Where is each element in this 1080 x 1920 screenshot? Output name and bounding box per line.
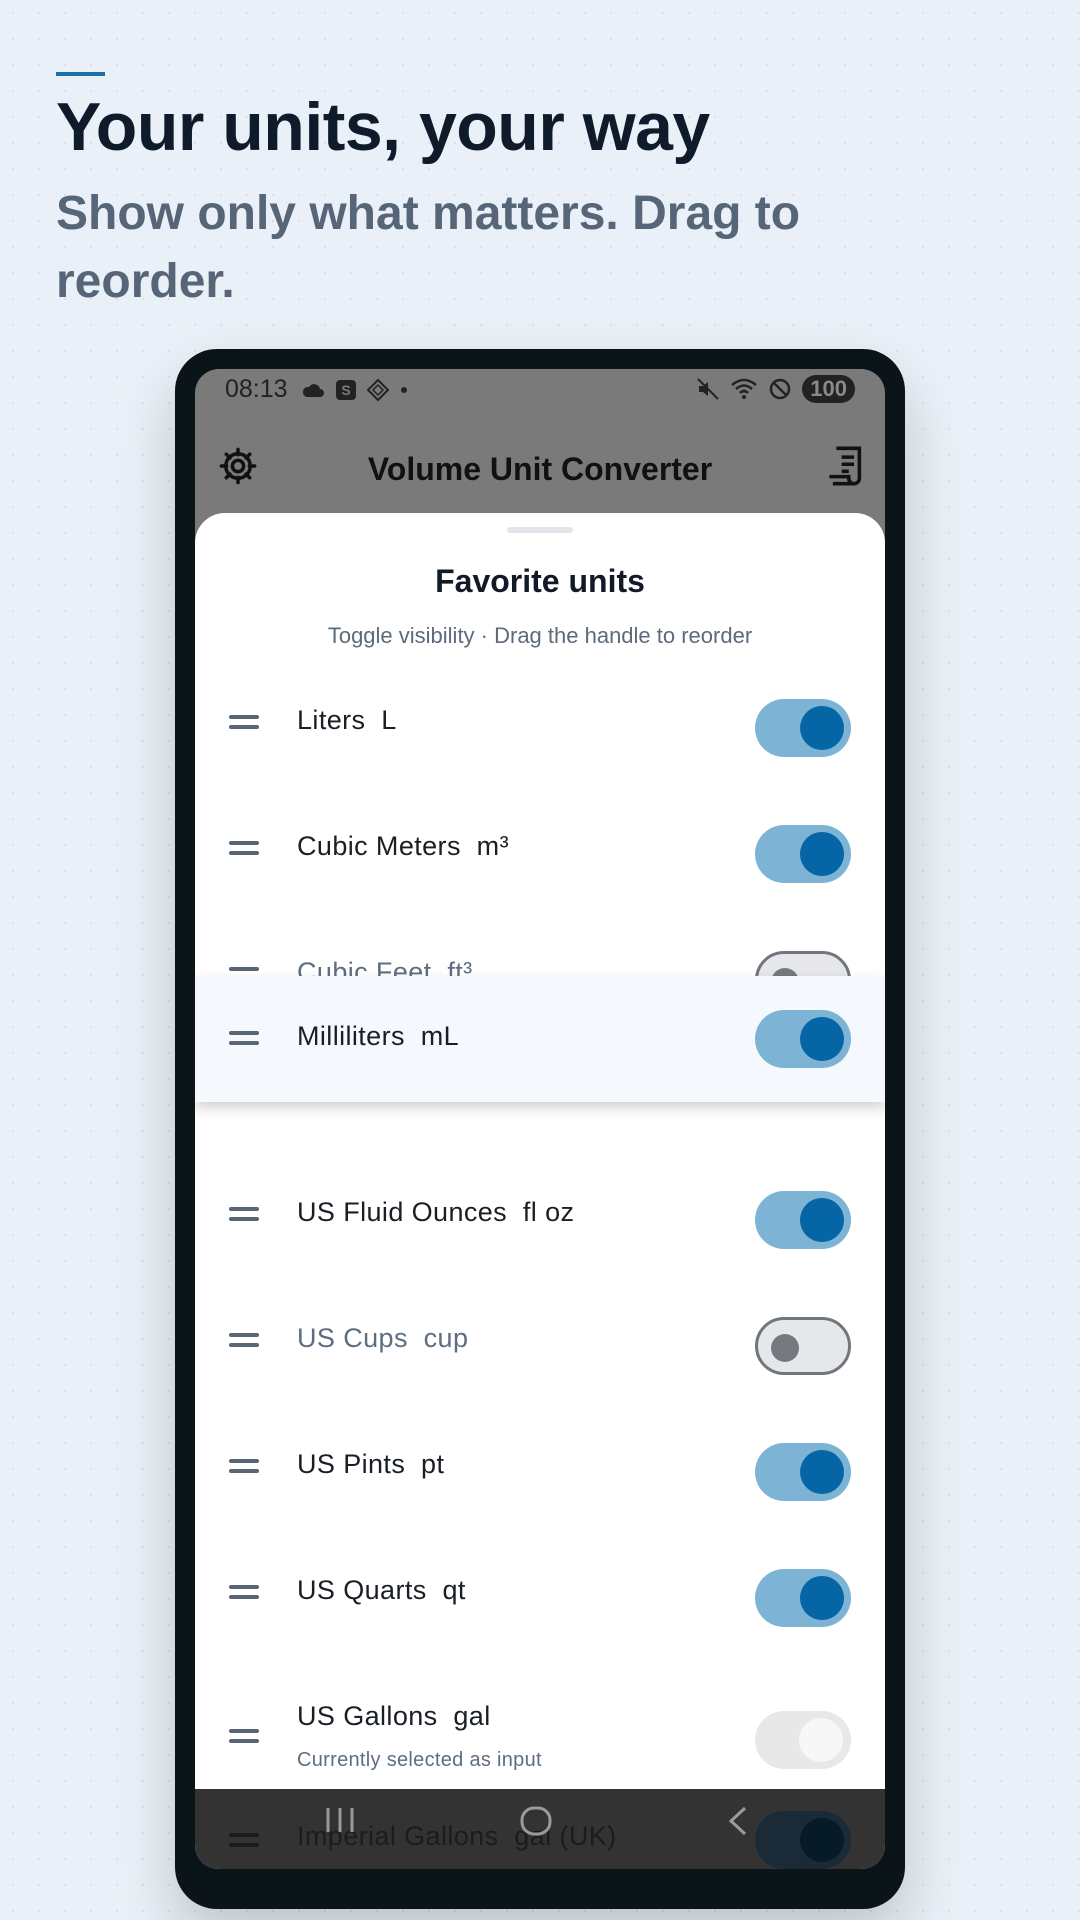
visibility-toggle[interactable] xyxy=(755,825,851,883)
visibility-toggle-disabled xyxy=(755,1711,851,1769)
mute-icon xyxy=(697,378,719,400)
drag-handle-icon[interactable] xyxy=(229,1031,259,1047)
svg-text:S: S xyxy=(341,382,350,398)
unit-row-us-cups: US Cups cup xyxy=(195,1295,885,1395)
promo-subheadline: Show only what matters. Drag to reorder. xyxy=(56,187,801,308)
unit-row-us-gallons: US Gallons gal Currently selected as inp… xyxy=(195,1673,885,1803)
unit-label: Cubic Meters m³ xyxy=(297,831,509,861)
unit-row-milliliters-dragging: Milliliters mL xyxy=(195,976,885,1102)
visibility-toggle[interactable] xyxy=(755,1191,851,1249)
phone-screen: 08:13 S 100 Volume Unit Converter Favori… xyxy=(195,369,885,1869)
unit-label: US Cups cup xyxy=(297,1323,469,1353)
drag-handle-icon[interactable] xyxy=(229,715,259,731)
selected-input-note: Currently selected as input xyxy=(297,1749,542,1771)
drag-handle-icon[interactable] xyxy=(229,1333,259,1349)
unit-row-cubic-meters: Cubic Meters m³ xyxy=(195,803,885,903)
sheet-title: Favorite units xyxy=(435,563,645,599)
drag-handle-icon[interactable] xyxy=(229,841,259,857)
unit-label: US Pints pt xyxy=(297,1449,445,1479)
visibility-toggle[interactable] xyxy=(755,1569,851,1627)
app-title: Volume Unit Converter xyxy=(367,451,713,487)
wifi-icon xyxy=(731,378,758,399)
report-icon[interactable] xyxy=(825,443,869,489)
promo-headline: Your units, your way xyxy=(56,89,710,165)
recents-icon[interactable] xyxy=(323,1805,357,1835)
drag-handle-icon[interactable] xyxy=(229,1585,259,1601)
unit-row-us-fluid-ounces: US Fluid Ounces fl oz xyxy=(195,1169,885,1269)
phone-frame: 08:13 S 100 Volume Unit Converter Favori… xyxy=(175,349,905,1909)
favorite-units-sheet: Favorite units Toggle visibility · Drag … xyxy=(195,513,885,1869)
visibility-toggle[interactable] xyxy=(755,699,851,757)
visibility-toggle[interactable] xyxy=(755,1443,851,1501)
visibility-toggle[interactable] xyxy=(755,1317,851,1375)
drag-handle-icon[interactable] xyxy=(229,1207,259,1223)
drag-handle-icon[interactable] xyxy=(229,1459,259,1475)
visibility-toggle[interactable] xyxy=(755,1811,851,1869)
battery-icon: 100 xyxy=(802,375,855,403)
unit-row-us-quarts: US Quarts qt xyxy=(195,1547,885,1647)
drag-handle-icon[interactable] xyxy=(229,1833,259,1849)
dot-icon xyxy=(401,387,407,393)
visibility-toggle[interactable] xyxy=(755,1010,851,1068)
unit-label: US Fluid Ounces fl oz xyxy=(297,1197,575,1227)
unit-row-us-pints: US Pints pt xyxy=(195,1421,885,1521)
status-time: 08:13 xyxy=(225,375,288,403)
unit-row-liters: Liters L xyxy=(195,677,885,777)
home-icon[interactable] xyxy=(519,1805,553,1837)
sheet-drag-handle[interactable] xyxy=(507,527,573,533)
unit-label: Liters L xyxy=(297,705,397,735)
sheet-subtitle: Toggle visibility · Drag the handle to r… xyxy=(327,623,753,648)
unit-label: US Gallons gal xyxy=(297,1701,491,1731)
status-bar: 08:13 S 100 xyxy=(195,369,885,417)
dnd-icon xyxy=(770,378,791,400)
drag-handle-icon[interactable] xyxy=(229,1729,259,1745)
cloud-icon xyxy=(302,384,324,397)
s-app-icon: S xyxy=(336,380,356,400)
accent-line xyxy=(56,72,105,76)
unit-label: Milliliters mL xyxy=(297,1021,460,1051)
diamond-icon xyxy=(367,379,389,401)
back-icon[interactable] xyxy=(725,1805,751,1837)
unit-label: US Quarts qt xyxy=(297,1575,466,1605)
